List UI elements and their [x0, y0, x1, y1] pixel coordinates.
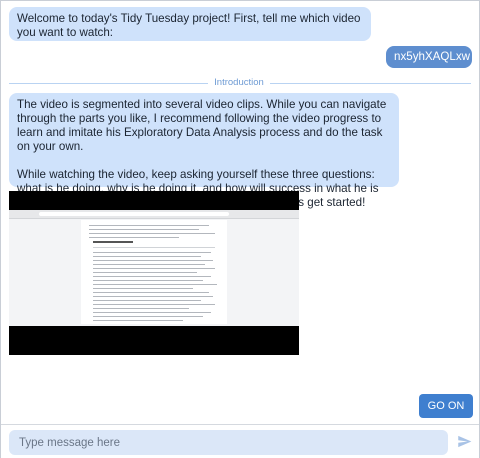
section-divider-label: Introduction [208, 77, 270, 88]
browser-url-bar-thumbnail [39, 212, 229, 216]
browser-toolbar-thumbnail [9, 210, 299, 219]
section-divider: Introduction [1, 77, 477, 88]
video-player[interactable] [9, 191, 299, 355]
intro-paragraph-1: The video is segmented into several vide… [17, 98, 387, 153]
message-input[interactable] [9, 430, 448, 455]
user-message-text: nx5yhXAQLxw [394, 50, 471, 63]
message-composer [1, 424, 479, 458]
chat-window: Welcome to today's Tidy Tuesday project!… [0, 0, 480, 458]
bot-message-welcome-text: Welcome to today's Tidy Tuesday project!… [17, 12, 361, 39]
video-frame-screenshot [9, 210, 299, 326]
user-message-video-id: nx5yhXAQLxw [386, 46, 472, 68]
bot-message-welcome: Welcome to today's Tidy Tuesday project!… [9, 7, 371, 41]
send-icon[interactable] [457, 434, 472, 449]
bot-message-intro: The video is segmented into several vide… [9, 93, 399, 209]
document-page-thumbnail [81, 220, 227, 324]
go-on-button[interactable]: GO ON [419, 394, 473, 418]
